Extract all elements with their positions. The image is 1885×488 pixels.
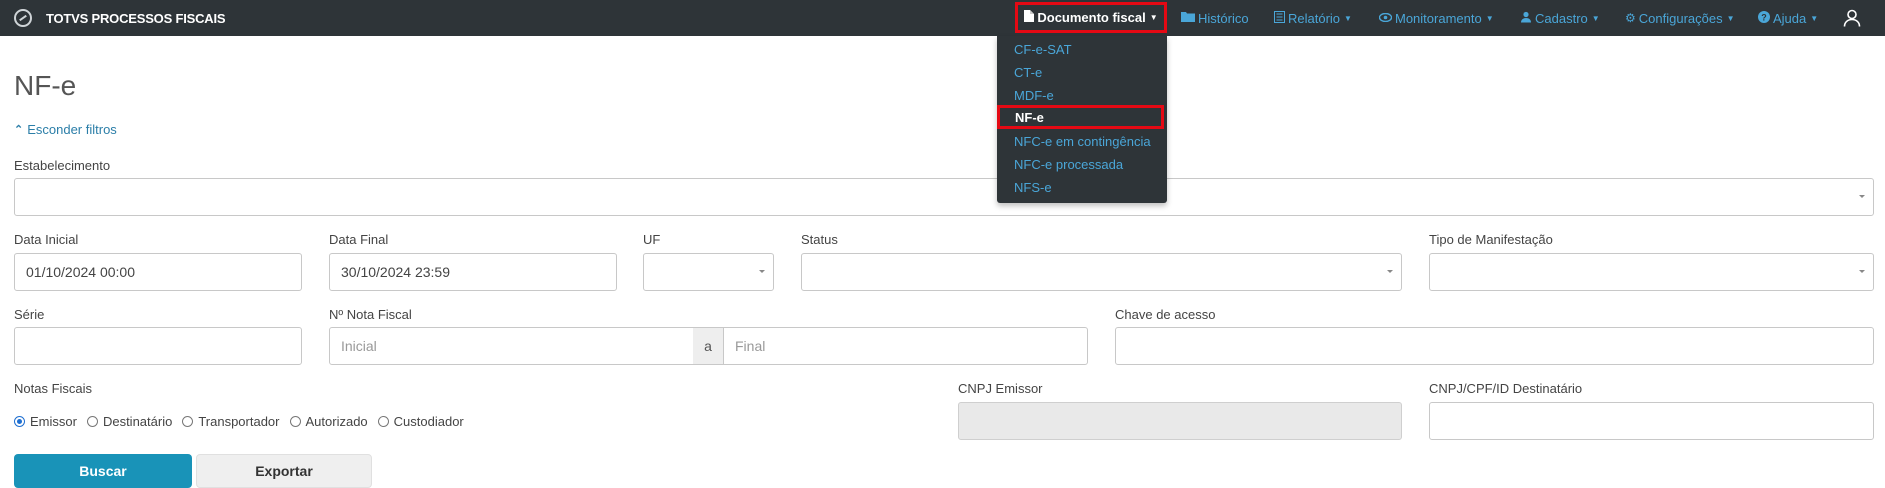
nav-ajuda-label: Ajuda <box>1773 10 1807 26</box>
dropdown-item-cte[interactable]: CT-e <box>1014 65 1042 80</box>
page-title: NF-e <box>14 70 77 101</box>
serie-input[interactable] <box>14 327 302 365</box>
radio-autorizado[interactable] <box>289 416 301 427</box>
folder-icon <box>1181 11 1195 25</box>
radio-autorizado-label: Autorizado <box>305 414 368 429</box>
documento-fiscal-dropdown: CF-e-SAT CT-e MDF-e NF-e NFC-e em contin… <box>997 36 1167 203</box>
toggle-filters-label: Esconder filtros <box>27 122 117 137</box>
cnpj-emissor-input <box>958 402 1402 440</box>
tipo-manifestacao-select[interactable] <box>1429 253 1874 291</box>
serie-label: Série <box>14 307 45 322</box>
chave-acesso-label: Chave de acesso <box>1115 307 1216 322</box>
nota-fiscal-final-input[interactable]: Final <box>723 327 1088 365</box>
buscar-button[interactable]: Buscar <box>14 454 192 488</box>
radio-emissor[interactable] <box>14 416 25 427</box>
nav-monitoramento[interactable]: Monitoramento ▼ <box>1378 0 1494 36</box>
nav-relatorio-label: Relatório <box>1288 10 1341 26</box>
top-navbar: TOTVS PROCESSOS FISCAIS Documento fiscal… <box>0 0 1885 36</box>
radio-destinatario[interactable] <box>86 416 98 427</box>
dropdown-item-cfe-sat[interactable]: CF-e-SAT <box>1014 42 1072 57</box>
chevron-up-icon: ⌃ <box>14 124 24 136</box>
nota-fiscal-final-placeholder: Final <box>735 338 766 354</box>
data-final-input[interactable]: 30/10/2024 23:59 <box>329 253 617 291</box>
radio-transportador-label: Transportador <box>198 414 280 429</box>
cnpj-destinatario-input[interactable] <box>1429 402 1874 440</box>
status-select[interactable] <box>801 253 1402 291</box>
exportar-button[interactable]: Exportar <box>196 454 372 488</box>
tipo-manifestacao-label: Tipo de Manifestação <box>1429 232 1553 247</box>
dropdown-item-nfce-processada[interactable]: NFC-e processada <box>1014 157 1123 172</box>
data-inicial-input[interactable]: 01/10/2024 00:00 <box>14 253 302 291</box>
file-icon <box>1024 10 1035 25</box>
user-icon[interactable] <box>1843 9 1861 27</box>
chevron-down-icon: ▼ <box>1485 13 1494 23</box>
uf-label: UF <box>643 232 661 247</box>
select-caret-icon <box>1859 195 1865 198</box>
dropdown-item-nfe[interactable]: NF-e <box>997 105 1164 129</box>
eye-icon <box>1378 11 1393 25</box>
data-inicial-value: 01/10/2024 00:00 <box>26 264 135 280</box>
select-caret-icon <box>759 270 765 273</box>
nav-configuracoes[interactable]: ⚙ Configurações ▼ <box>1625 0 1735 36</box>
dropdown-item-mdfe[interactable]: MDF-e <box>1014 88 1054 103</box>
chevron-down-icon: ▼ <box>1726 13 1735 23</box>
nav-ajuda[interactable]: ? Ajuda ▼ <box>1758 0 1818 36</box>
nav-historico[interactable]: Histórico <box>1181 0 1249 36</box>
notas-fiscais-label: Notas Fiscais <box>14 381 93 396</box>
nav-historico-label: Histórico <box>1198 10 1249 26</box>
nav-cadastro[interactable]: Cadastro ▼ <box>1520 0 1600 36</box>
nota-fiscal-label: Nº Nota Fiscal <box>329 307 412 322</box>
toggle-filters-link[interactable]: ⌃ Esconder filtros <box>14 122 117 137</box>
cnpj-destinatario-label: CNPJ/CPF/ID Destinatário <box>1429 381 1583 396</box>
gear-icon: ⚙ <box>1625 11 1636 25</box>
select-caret-icon <box>1387 270 1393 273</box>
dropdown-item-nfce-contingencia[interactable]: NFC-e em contingência <box>1014 134 1151 149</box>
data-inicial-label: Data Inicial <box>14 232 79 247</box>
uf-select[interactable] <box>643 253 774 291</box>
nav-cadastro-label: Cadastro <box>1535 10 1588 26</box>
nav-documento-fiscal-label: Documento fiscal <box>1037 10 1146 25</box>
status-label: Status <box>801 232 838 247</box>
chevron-down-icon: ▼ <box>1344 13 1352 23</box>
data-final-value: 30/10/2024 23:59 <box>341 264 450 280</box>
nav-documento-fiscal[interactable]: Documento fiscal ▼ <box>1015 2 1167 33</box>
radio-custodiador[interactable] <box>377 416 389 427</box>
radio-custodiador-label: Custodiador <box>393 414 464 429</box>
user-edit-icon <box>1520 11 1532 26</box>
svg-text:?: ? <box>1761 12 1767 22</box>
help-icon: ? <box>1758 10 1770 26</box>
estabelecimento-label: Estabelecimento <box>14 158 111 173</box>
nota-fiscal-inicial-input[interactable]: Inicial <box>329 327 694 365</box>
radio-destinatario-label: Destinatário <box>102 414 173 429</box>
totvs-logo-icon <box>14 9 32 27</box>
brand[interactable]: TOTVS PROCESSOS FISCAIS <box>14 9 226 27</box>
select-caret-icon <box>1859 270 1865 273</box>
nav-monitoramento-label: Monitoramento <box>1395 10 1482 26</box>
dropdown-item-nfe-label: NF-e <box>1015 110 1044 125</box>
radio-emissor-label: Emissor <box>30 414 77 429</box>
nav-relatorio[interactable]: Relatório ▼ <box>1274 0 1352 36</box>
nota-fiscal-range-separator: a <box>693 327 723 365</box>
nav-configuracoes-label: Configurações <box>1638 10 1723 26</box>
dropdown-item-nfse[interactable]: NFS-e <box>1014 180 1052 195</box>
nota-fiscal-inicial-placeholder: Inicial <box>341 338 377 354</box>
chevron-down-icon: ▼ <box>1591 13 1600 23</box>
notas-fiscais-radio-group: Emissor Destinatário Transportador Autor… <box>14 414 474 429</box>
chave-acesso-input[interactable] <box>1115 327 1874 365</box>
report-icon <box>1274 10 1285 26</box>
data-final-label: Data Final <box>329 232 389 247</box>
brand-title: TOTVS PROCESSOS FISCAIS <box>46 10 226 26</box>
chevron-down-icon: ▼ <box>1810 13 1819 23</box>
chevron-down-icon: ▼ <box>1149 13 1158 22</box>
cnpj-emissor-label: CNPJ Emissor <box>958 381 1043 396</box>
estabelecimento-select[interactable] <box>14 178 1874 216</box>
radio-transportador[interactable] <box>182 416 194 427</box>
